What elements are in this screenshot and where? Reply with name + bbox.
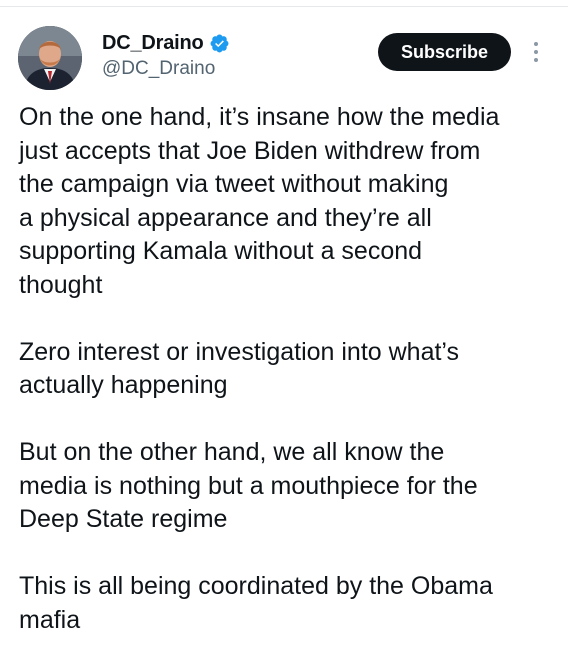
author-handle[interactable]: @DC_Draino <box>102 58 230 80</box>
subscribe-button[interactable]: Subscribe <box>378 33 511 71</box>
display-name[interactable]: DC_Draino <box>102 32 204 55</box>
tweet-text: On the one hand, it’s insane how the med… <box>19 101 554 637</box>
author-name-block: DC_Draino @DC_Draino <box>102 30 230 80</box>
avatar[interactable] <box>18 26 82 90</box>
tweet-paragraph: Zero interest or investigation into what… <box>19 337 460 400</box>
tweet-header: DC_Draino @DC_Draino Subscribe <box>18 26 558 90</box>
avatar-image <box>18 26 82 90</box>
tweet-paragraph: This is all being coordinated by the Oba… <box>19 572 493 634</box>
tweet-paragraph: On the one hand, it’s insane how the med… <box>19 103 500 299</box>
verified-badge-icon <box>209 33 230 54</box>
tweet-paragraph: But on the other hand, we all know the m… <box>19 438 478 533</box>
top-divider <box>0 6 568 7</box>
more-options-icon[interactable] <box>529 40 543 64</box>
display-name-row: DC_Draino <box>102 30 230 56</box>
